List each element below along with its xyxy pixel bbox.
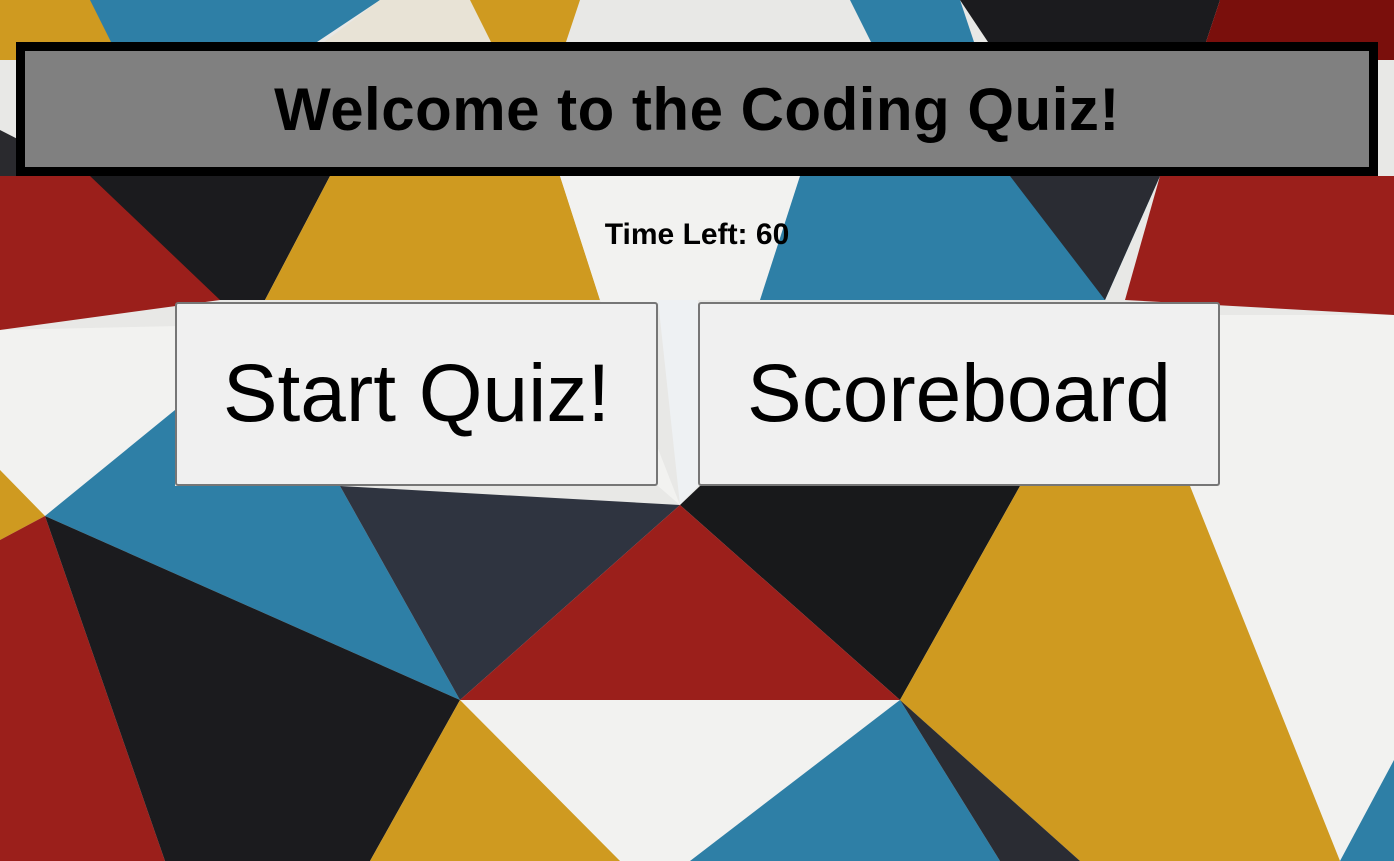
timer-text: Time Left: 60 — [604, 218, 790, 251]
page-title: Welcome to the Coding Quiz! — [274, 75, 1120, 143]
title-banner: Welcome to the Coding Quiz! — [16, 42, 1378, 176]
start-quiz-button[interactable]: Start Quiz! — [175, 302, 658, 486]
scoreboard-button[interactable]: Scoreboard — [698, 302, 1220, 486]
